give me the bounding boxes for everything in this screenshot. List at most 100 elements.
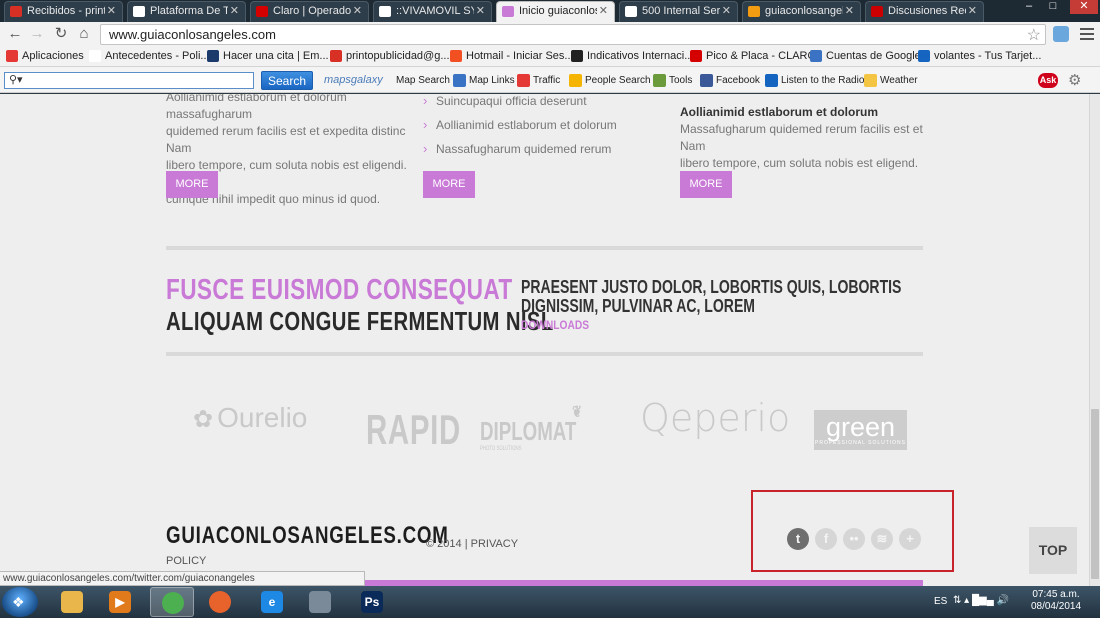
toolbar-item[interactable]: Map Search [380,75,450,86]
tab-close-icon[interactable]: ✕ [968,2,977,21]
tab-close-icon[interactable]: ✕ [353,2,362,21]
tab-title: Recibidos - printo [27,5,105,17]
toolbar-item-label: Listen to the Radio [781,75,865,86]
firefox-icon [209,591,231,613]
bookmark-star-icon[interactable]: ☆ [1027,25,1041,45]
tab-close-icon[interactable]: ✕ [107,2,116,21]
browser-tab[interactable]: 500 Internal Serve✕ [619,1,738,22]
close-window-button[interactable]: ✕ [1070,0,1098,14]
language-indicator[interactable]: ES [934,596,947,607]
more-button-2[interactable]: MORE [423,171,475,198]
photoshop-icon: Ps [361,591,383,613]
promo-text-line-2: DIGNISSIM, PULVINAR AC, LOREM [521,296,756,316]
downloads-link[interactable]: DOWNLOADS [521,318,589,332]
document-icon [207,50,219,62]
bookmark-label: Indicativos Internaci... [587,50,694,62]
tab-title: ::VIVAMOVIL SYS [396,5,474,17]
map-links-icon [453,74,466,87]
scrollbar-thumb[interactable] [1091,409,1099,579]
home-button[interactable]: ⌂ [75,25,93,43]
bookmark-label: Antecedentes - Poli... [105,50,210,62]
browser-tab[interactable]: Discusiones Recie✕ [865,1,984,22]
footer-policy-link[interactable]: POLICY [166,555,206,567]
toolbar-item[interactable]: Map Links [453,74,515,87]
back-to-top-button[interactable]: TOP [1029,527,1077,574]
minimize-button[interactable]: – [1018,0,1040,14]
volantes-icon [918,50,930,62]
maximize-button[interactable]: □ [1042,0,1064,14]
bookmark-item[interactable]: Hotmail - Iniciar Ses... [450,50,574,62]
footer-copyright[interactable]: © 2014 | PRIVACY [426,538,518,550]
tab-favicon-icon [379,6,391,17]
toolbar-settings-icon[interactable]: ⚙ [1068,71,1081,89]
bookmarks-bar: Aplicaciones Antecedentes - Poli... Hacer … [0,47,1100,67]
network-app[interactable] [298,587,342,617]
toolbar-item[interactable]: Traffic [517,74,560,87]
tab-favicon-icon [871,6,883,17]
more-button-1[interactable]: MORE [166,171,218,198]
list-item[interactable]: Nassafugharum quidemed rerum [423,141,643,156]
address-bar[interactable]: www.guiaconlosangeles.com ☆ [100,24,1046,45]
paragraph-line: quidemed rerum facilis est et expedita d… [166,124,406,155]
toolbar-item[interactable]: People Search [569,74,651,87]
internet-explorer-icon: e [261,591,283,613]
system-clock[interactable]: 07:45 a.m. 08/04/2014 [1026,589,1086,613]
tab-favicon-icon [625,6,637,17]
browser-tab[interactable]: Recibidos - printo ✕ [4,1,123,22]
browser-tab[interactable]: guiaconlosangeles✕ [742,1,861,22]
bookmark-item[interactable]: Antecedentes - Poli... [89,50,210,62]
tab-close-icon[interactable]: ✕ [230,2,239,21]
partner-logo-qeperio[interactable]: Qeperio [640,396,790,440]
list-item[interactable]: Aollianimid estlaborum et dolorum [423,117,643,132]
browser-tab[interactable]: ::VIVAMOVIL SYS✕ [373,1,492,22]
vertical-scrollbar[interactable] [1089,94,1100,586]
partner-logo-ourelio[interactable]: ✿ Ourelio [193,402,307,434]
bookmark-item[interactable]: Indicativos Internaci... [571,50,693,62]
bookmark-item[interactable]: printopublicidad@g... [330,50,450,62]
forward-button[interactable]: → [28,25,46,43]
bookmark-item[interactable]: volantes - Tus Tarjet... [918,50,1041,62]
chrome-menu-icon[interactable] [1080,25,1094,43]
list-item[interactable]: Suincupaqui officia deserunt [423,94,643,108]
bookmark-item[interactable]: Pico & Placa - CLARO [690,50,816,62]
bookmark-item[interactable]: Hacer una cita | Em... [207,50,329,62]
reload-button[interactable]: ↻ [52,25,70,43]
tab-close-icon[interactable]: ✕ [599,2,608,21]
mapsgalaxy-logo[interactable]: mapsgalaxy [324,74,383,86]
toolbar-item[interactable]: Weather [864,74,918,87]
extension-icon[interactable] [1053,26,1069,42]
more-button-3[interactable]: MORE [680,171,732,198]
toolbar-item[interactable]: Listen to the Radio [765,74,865,87]
bookmark-item[interactable]: Cuentas de Google [810,50,921,62]
media-player-app[interactable]: ▶ [98,587,142,617]
chrome-app[interactable] [150,587,194,617]
firefox-app[interactable] [198,587,242,617]
bookmark-label: printopublicidad@g... [346,50,450,62]
explorer-app[interactable] [50,587,94,617]
browser-tab[interactable]: Claro | Operador I✕ [250,1,369,22]
ask-logo[interactable]: Ask [1038,73,1058,88]
bookmark-item[interactable]: Aplicaciones [6,50,84,62]
tray-icons[interactable]: ⇅ ▴ █▆▄ 🔊 [953,595,1009,606]
promo-text-line-1: PRAESENT JUSTO DOLOR, LOBORTIS QUIS, LOB… [521,277,902,297]
partner-logo-rapid[interactable]: RAPID [366,406,461,454]
back-button[interactable]: ← [6,25,24,43]
partner-logo-diplomat[interactable]: DIPLOMAT ❦ PHOTO SOLUTIONS [480,404,582,452]
tab-title: guiaconlosangeles [765,5,843,17]
tab-close-icon[interactable]: ✕ [845,2,854,21]
diplomat-sub: PHOTO SOLUTIONS [480,446,522,452]
tab-close-icon[interactable]: ✕ [722,2,731,21]
browser-tab[interactable]: Inicio guiaconlos ✕ [496,1,615,22]
toolbar-search-button[interactable]: Search [261,71,313,90]
start-button[interactable]: ❖ [2,587,38,617]
toolbar-item[interactable]: Tools [653,74,692,87]
partner-logo-green[interactable]: green PROFESSIONAL SOLUTIONS [814,410,907,450]
tab-close-icon[interactable]: ✕ [476,2,485,21]
clock-time: 07:45 a.m. [1032,589,1080,600]
toolbar-item[interactable]: Facebook [700,74,760,87]
browser-tab[interactable]: Plataforma De Tel✕ [127,1,246,22]
photoshop-app[interactable]: Ps [350,587,394,617]
tools-icon [653,74,666,87]
ie-app[interactable]: e [250,587,294,617]
toolbar-search-input[interactable]: ⚲▾ [4,72,254,89]
